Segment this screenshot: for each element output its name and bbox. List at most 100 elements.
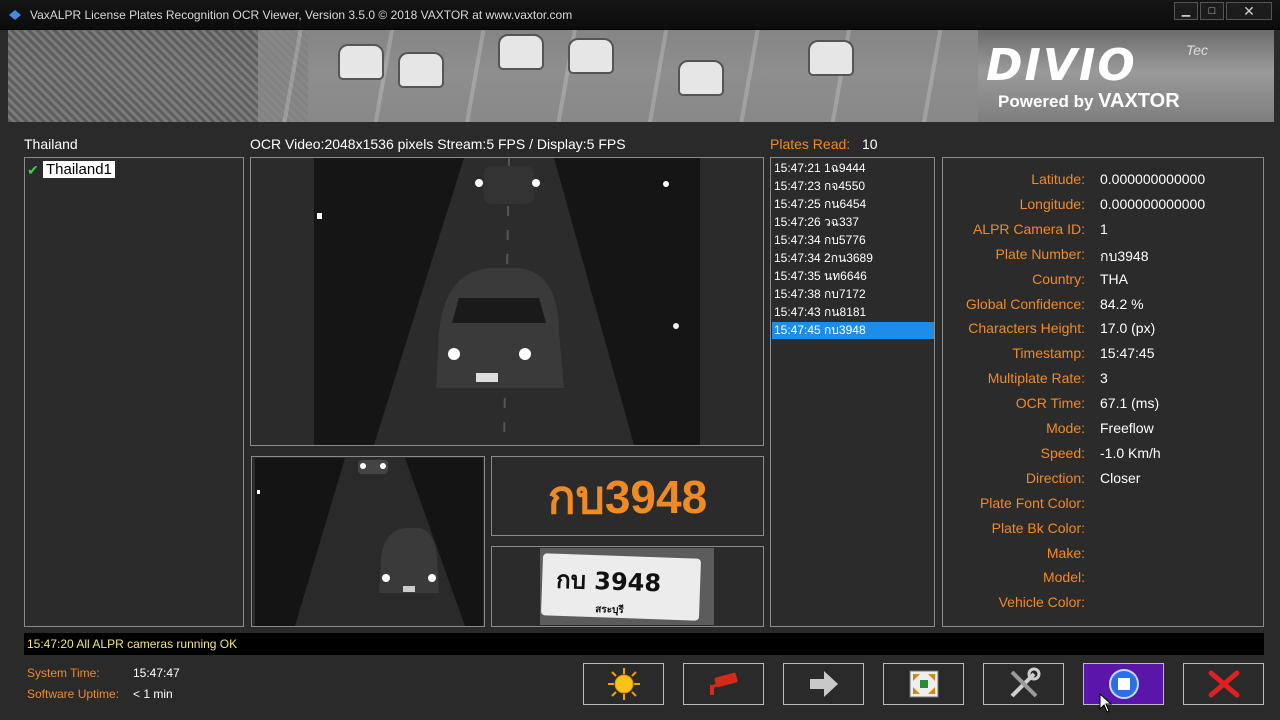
plate-details-panel: Latitude: 0.000000000000 Longitude: 0.00000… [942,157,1264,627]
plates-read-list[interactable]: 15:47:21 1ฉ9444 15:47:23 กจ4550 15:47:25 ก… [770,157,935,627]
recognized-plate-text: กบ3948 [547,471,708,523]
info-value: 84.2 % [1100,295,1144,312]
vehicle-crop-panel [251,456,485,627]
plate-list-item[interactable]: 15:47:23 กจ4550 [772,178,934,195]
stop-button[interactable] [1083,663,1164,705]
info-value: 0.000000000000 [1100,171,1206,187]
window-title: VaxALPR License Plates Recognition OCR V… [30,8,573,22]
title-bar: VaxALPR License Plates Recognition OCR V… [0,0,1280,30]
powered-by-label: Powered by [998,92,1094,111]
info-value: 1 [1100,220,1108,237]
plate-list-item[interactable]: 15:47:43 กน8181 [772,304,934,321]
plate-image-number: กบ 3948 [555,565,662,598]
plate-face: กบ 3948 สระบุรี [540,553,702,621]
info-label: Plate Font Color: [979,494,1085,511]
info-value: THA [1100,270,1128,287]
info-label: Plate Number: [995,245,1085,262]
info-label: Global Confidence: [965,295,1085,312]
info-value: กบ3948 [1100,247,1149,264]
info-value: 67.1 (ms) [1100,395,1160,412]
plate-image-panel: กบ 3948 สระบุรี [491,546,764,627]
plate-list-item[interactable]: 15:47:26 วฉ337 [772,214,934,231]
plate-list-item[interactable]: 15:47:35 นท6646 [772,268,934,285]
video-header: OCR Video:2048x1536 pixels Stream:5 FPS … [250,136,626,152]
info-label: Direction: [1025,469,1085,486]
plate-text-panel: กบ3948 [491,456,764,536]
info-label: Country: [1032,270,1085,287]
app-icon [9,10,21,20]
fullscreen-button[interactable] [883,663,964,705]
info-label: Speed: [1040,444,1085,461]
arrow-right-icon [809,671,838,697]
expand-icon [909,670,938,698]
banner-car-graphic [498,34,544,70]
cameras-header: Thailand [24,136,78,152]
info-label: Timestamp: [1012,345,1085,362]
banner-car-graphic [568,38,614,74]
info-value: Freeflow [1100,420,1154,436]
mouse-cursor-icon [1099,693,1113,713]
info-value: -1.0 Km/h [1100,444,1161,461]
plates-read-label: Plates Read: [770,136,851,152]
info-label: Multiplate Rate: [987,370,1085,387]
info-label: Vehicle Color: [998,594,1085,611]
info-label: Longitude: [1019,195,1085,212]
banner-car-graphic [398,52,444,88]
info-label: ALPR Camera ID: [972,220,1085,237]
maximize-button[interactable]: □ [1200,2,1224,20]
tools-button[interactable] [983,663,1064,705]
info-value: 17.0 (px) [1100,320,1156,337]
powered-by-text: Powered by VAXTOR [998,90,1180,113]
info-value: 0.000000000000 [1100,195,1206,212]
camera-tree-item[interactable]: ✔ Thailand1 [27,161,115,178]
info-label: Model: [1042,569,1085,586]
brightness-button[interactable] [583,663,664,705]
info-label: Latitude: [1031,171,1085,187]
banner-car-graphic [678,60,724,96]
info-label: Plate Bk Color: [991,519,1085,536]
ocr-video-panel [250,157,764,446]
uptime-value: < 1 min [133,687,173,701]
info-value: Closer [1100,469,1141,486]
plate-list-item[interactable]: 15:47:34 2กน3689 [772,250,934,267]
sun-icon [607,668,640,700]
next-button[interactable] [783,663,864,705]
minimize-button[interactable]: ▁ [1174,2,1198,20]
plates-read-count: 10 [862,136,878,152]
status-message: 15:47:20 All ALPR cameras running OK [27,637,238,651]
system-time-value: 15:47:47 [133,666,180,680]
vehicle-crop-image [255,458,483,626]
cctv-camera-icon [709,672,737,695]
header-banner: DIVIO Tec Powered by VAXTOR [8,30,1274,122]
tools-icon [1010,667,1040,698]
uptime-label: Software Uptime: [27,687,120,701]
info-label: OCR Time: [1015,395,1085,412]
close-x-icon [1208,670,1239,698]
info-label: Make: [1046,544,1085,561]
plate-image-province: สระบุรี [595,604,624,617]
plate-crop-image: กบ 3948 สระบุรี [540,548,714,625]
brand-logo-suffix: Tec [1186,42,1209,58]
plate-list-item[interactable]: 15:47:34 กบ5776 [772,232,934,249]
check-icon: ✔ [27,161,39,178]
status-bar: 15:47:20 All ALPR cameras running OK [24,633,1264,655]
ocr-video-frame [314,158,700,445]
info-value: 15:47:45 [1100,345,1155,362]
system-time-label: System Time: [27,666,100,680]
plate-list-item[interactable]: 15:47:45 กบ3948 [772,322,934,339]
info-value: 3 [1100,370,1108,387]
banner-car-graphic [338,44,384,80]
exit-button[interactable] [1183,663,1264,705]
plate-list-item[interactable]: 15:47:38 กบ7172 [772,286,934,303]
camera-settings-button[interactable] [683,663,764,705]
info-label: Characters Height: [968,320,1085,337]
close-window-button[interactable]: ✕ [1226,2,1272,20]
camera-tree[interactable]: ✔ Thailand1 [24,157,244,627]
plate-list-item[interactable]: 15:47:21 1ฉ9444 [772,160,934,177]
info-label: Mode: [1046,420,1085,436]
camera-tree-item-label: Thailand1 [43,161,115,178]
plate-list-item[interactable]: 15:47:25 กน6454 [772,196,934,213]
brand-logo: DIVIO [986,40,1137,91]
powered-by-brand: VAXTOR [1098,90,1180,112]
banner-car-graphic [808,40,854,76]
